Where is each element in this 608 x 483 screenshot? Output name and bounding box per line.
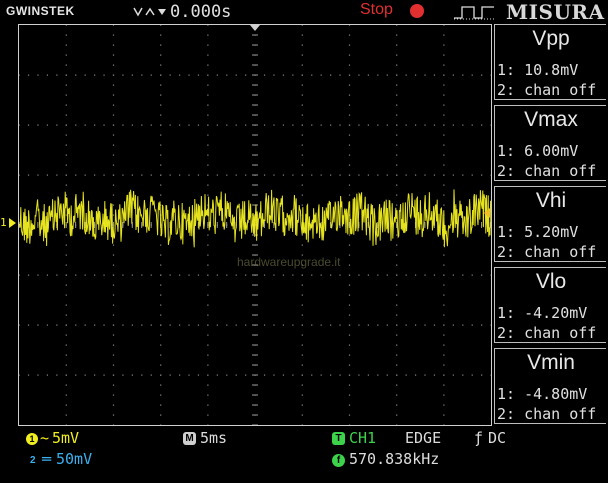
ch1-trace bbox=[19, 189, 491, 248]
oscilloscope-screen: GWINSTEK 0.000s Stop MISURA hardwareupgr… bbox=[0, 0, 608, 483]
ch2-coupling-dc-icon: ═ bbox=[42, 450, 52, 468]
measure-slot-vhi[interactable]: Vhi 1: 5.20mV 2: chan off bbox=[494, 186, 606, 262]
ch2-badge-icon: 2 bbox=[30, 455, 36, 466]
ch1-badge-icon: 1 bbox=[26, 433, 38, 445]
frequency-icon: f bbox=[332, 454, 345, 467]
dc-coupling-icon: ƒ bbox=[474, 429, 484, 447]
measure-ch2-value: 2: chan off bbox=[497, 324, 597, 342]
bottom-status-bar: 1 ~ 5mV 2 ═ 50mV M 5ms T CH1 EDGE ƒ DC f… bbox=[0, 426, 608, 483]
waveform-display: hardwareupgrade.it bbox=[18, 24, 492, 426]
measure-title: Vmin bbox=[527, 351, 575, 374]
run-state-label[interactable]: Stop bbox=[360, 1, 393, 19]
brand-logo: GWINSTEK bbox=[6, 4, 75, 18]
trigger-coupling[interactable]: DC bbox=[488, 429, 506, 447]
stop-icon bbox=[410, 4, 424, 18]
measure-slot-vlo[interactable]: Vlo 1: -4.20mV 2: chan off bbox=[494, 267, 606, 343]
measure-ch2-value: 2: chan off bbox=[497, 405, 597, 423]
main-timebase-icon: M bbox=[183, 432, 196, 445]
measure-title: Vlo bbox=[535, 270, 567, 293]
trigger-source[interactable]: CH1 bbox=[349, 429, 376, 447]
measure-ch1-value: 1: 5.20mV bbox=[497, 223, 579, 241]
measure-title: Vmax bbox=[524, 108, 578, 131]
trigger-level-icon bbox=[484, 208, 490, 218]
trigger-type[interactable]: EDGE bbox=[405, 429, 441, 447]
measure-ch1-value: 1: -4.80mV bbox=[497, 385, 588, 403]
measure-title: Vhi bbox=[535, 189, 567, 212]
ch2-scale[interactable]: 50mV bbox=[56, 450, 92, 468]
trigger-position-icon bbox=[250, 25, 260, 31]
horizontal-offset: 0.000s bbox=[170, 2, 232, 22]
timebase[interactable]: 5ms bbox=[200, 429, 227, 447]
trigger-icon: T bbox=[332, 432, 345, 445]
horizontal-position-icon bbox=[133, 7, 166, 17]
watermark-text: hardwareupgrade.it bbox=[237, 255, 341, 269]
measurement-panel: Vpp 1: 10.8mV 2: chan off Vmax 1: 6.00mV… bbox=[494, 24, 608, 426]
measure-slot-vpp[interactable]: Vpp 1: 10.8mV 2: chan off bbox=[494, 24, 606, 100]
ch1-ground-marker-label: 1 bbox=[0, 216, 7, 229]
ch1-scale[interactable]: 5mV bbox=[52, 429, 79, 447]
measure-ch1-value: 1: 6.00mV bbox=[497, 142, 579, 160]
measure-ch2-value: 2: chan off bbox=[497, 162, 597, 180]
measure-ch1-value: 1: -4.20mV bbox=[497, 304, 588, 322]
measure-ch2-value: 2: chan off bbox=[497, 81, 597, 99]
graticule bbox=[19, 25, 491, 425]
ch1-coupling-ac-icon: ~ bbox=[40, 429, 50, 447]
measure-ch1-value: 1: 10.8mV bbox=[497, 61, 579, 79]
misura-label: MISURA bbox=[506, 0, 605, 24]
measure-slot-vmin[interactable]: Vmin 1: -4.80mV 2: chan off bbox=[494, 348, 606, 424]
frequency-readout: 570.838kHz bbox=[349, 450, 440, 468]
measure-slot-vmax[interactable]: Vmax 1: 6.00mV 2: chan off bbox=[494, 105, 606, 181]
ch1-ground-marker-icon bbox=[9, 218, 16, 228]
top-status-bar: GWINSTEK 0.000s Stop MISURA bbox=[0, 0, 608, 24]
measure-title: Vpp bbox=[532, 27, 570, 50]
measure-ch2-value: 2: chan off bbox=[497, 243, 597, 261]
rising-pulse-icon bbox=[454, 6, 494, 20]
